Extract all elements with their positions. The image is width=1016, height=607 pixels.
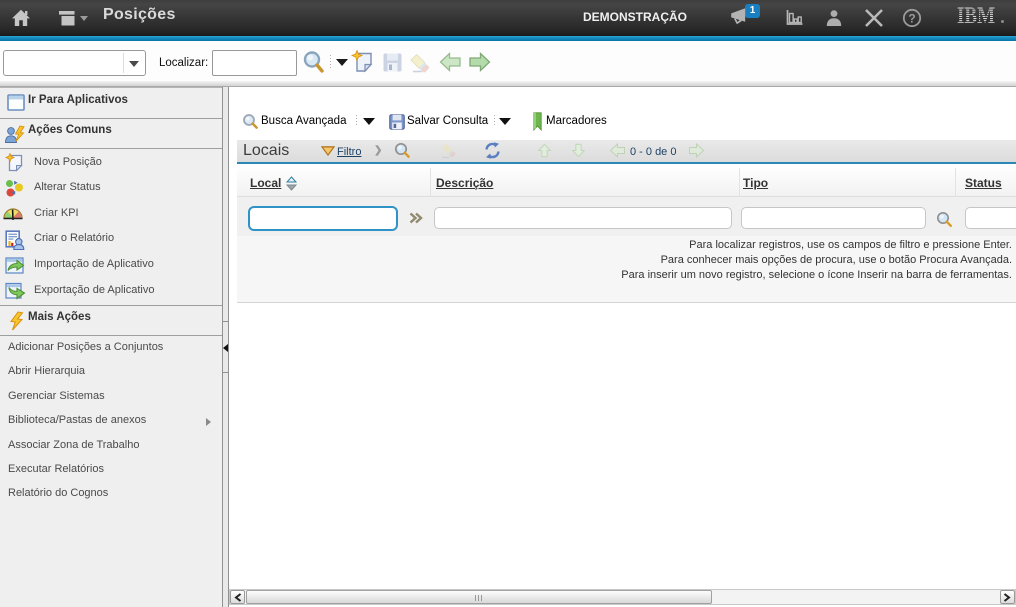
svg-text:?: ? bbox=[908, 12, 915, 26]
svg-text:IBM: IBM bbox=[957, 6, 995, 25]
